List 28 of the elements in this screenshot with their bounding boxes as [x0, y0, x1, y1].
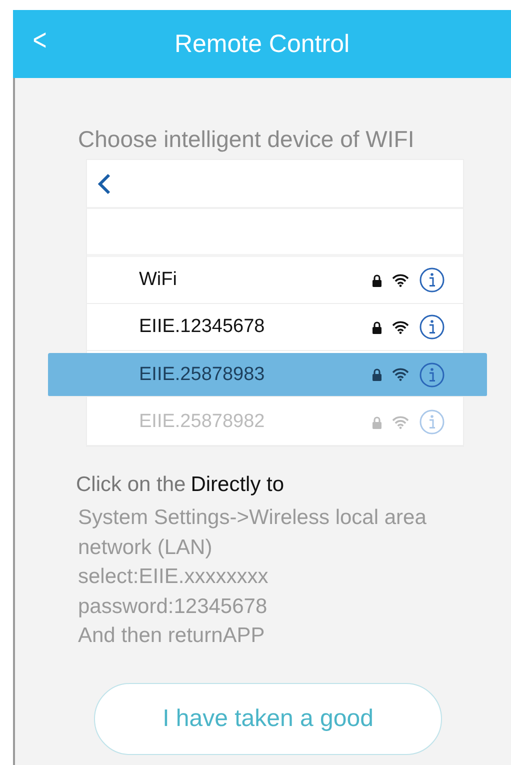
wifi-icon [392, 320, 409, 334]
lock-icon [372, 416, 382, 428]
back-chevron-icon [97, 172, 111, 194]
network-row[interactable]: EIIE.25878983 [48, 353, 487, 397]
network-name: EIIE.12345678 [139, 316, 266, 338]
network-name: WiFi [139, 269, 178, 291]
prompt-text: Choose intelligent device of WIFI [78, 126, 416, 153]
instruction-line: password:12345678 [78, 594, 268, 620]
lock-icon [372, 320, 382, 334]
lock-icon [372, 274, 382, 286]
info-icon[interactable] [419, 314, 445, 340]
info-icon[interactable] [419, 362, 445, 388]
instruction-text: Click on the [76, 473, 186, 497]
instruction-line: And then returnAPP [78, 623, 266, 649]
wifi-icon [392, 274, 409, 286]
network-row[interactable]: WiFi [87, 257, 463, 304]
network-name: EIIE.25878982 [139, 411, 266, 433]
network-row[interactable]: EIIE.12345678 [87, 304, 463, 351]
lock-icon [372, 368, 382, 381]
instruction-line: select:EIIE.xxxxxxxx [78, 564, 270, 590]
wifi-icon [392, 368, 409, 381]
screen-title: Remote Control [174, 30, 350, 58]
info-icon[interactable] [419, 267, 445, 293]
instruction-line: System Settings->Wireless local area [78, 505, 428, 531]
network-name: EIIE.25878983 [139, 364, 266, 386]
instruction-text: Directly to [190, 473, 284, 497]
instruction-line: network (LAN) [78, 534, 214, 560]
wifi-icon [392, 416, 409, 428]
